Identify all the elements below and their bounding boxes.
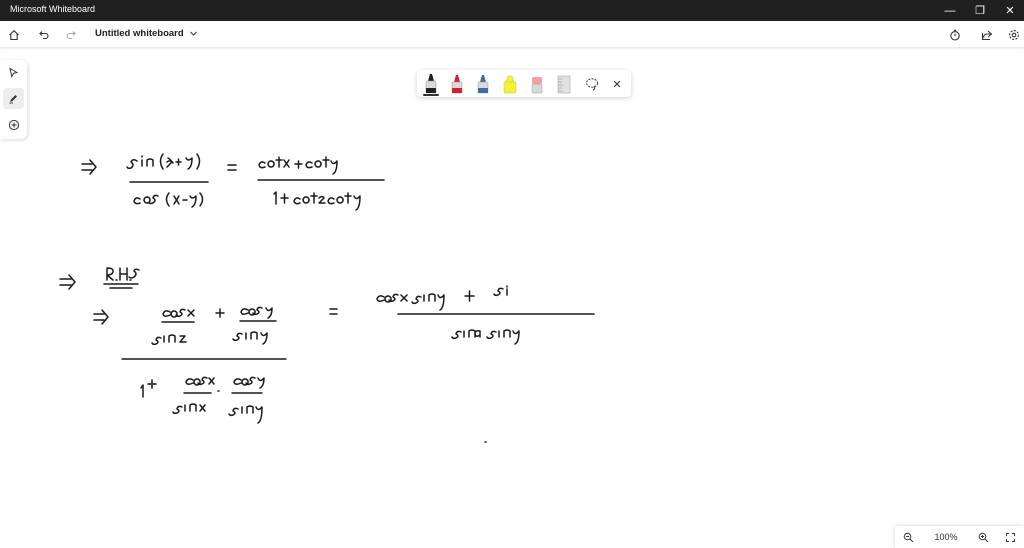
underline bbox=[103, 283, 139, 289]
minimize-button[interactable]: — bbox=[935, 0, 965, 21]
lasso-icon bbox=[586, 78, 598, 91]
home-icon bbox=[9, 30, 19, 41]
lasso-button[interactable] bbox=[582, 73, 602, 95]
title-bar: Microsoft Whiteboard — ❐ ✕ bbox=[0, 0, 1024, 21]
eraser-icon bbox=[531, 77, 543, 94]
ink-stroke bbox=[464, 290, 475, 302]
zoom-in-icon bbox=[978, 532, 989, 542]
ink-stroke bbox=[232, 331, 268, 345]
black-pen-icon bbox=[425, 74, 437, 94]
red-pen-button[interactable] bbox=[447, 73, 467, 95]
ink-stroke bbox=[81, 159, 97, 175]
redo-icon bbox=[66, 31, 76, 40]
close-ink-toolbar-button[interactable]: ✕ bbox=[607, 73, 627, 95]
ink-stroke bbox=[240, 306, 273, 319]
app-toolbar: Untitled whiteboard bbox=[0, 21, 1024, 48]
ink-stroke bbox=[329, 308, 338, 315]
yellow-highlighter-button[interactable] bbox=[500, 73, 520, 95]
close-button[interactable]: ✕ bbox=[995, 0, 1024, 21]
ink-stroke bbox=[215, 308, 225, 318]
zoom-out-icon bbox=[903, 532, 914, 542]
share-button[interactable] bbox=[977, 25, 997, 45]
highlighter-icon bbox=[503, 75, 517, 94]
ink-stroke bbox=[133, 192, 204, 208]
ink-stroke bbox=[273, 191, 361, 211]
ink-stroke bbox=[140, 379, 157, 398]
ink-stroke bbox=[151, 334, 187, 346]
red-pen-icon bbox=[451, 75, 463, 94]
whiteboard-canvas[interactable] bbox=[0, 48, 1024, 548]
ink-stroke bbox=[376, 293, 445, 311]
ink-stroke bbox=[162, 308, 195, 318]
ink-stroke bbox=[106, 267, 140, 281]
undo-button[interactable] bbox=[34, 25, 54, 45]
ink-stroke bbox=[185, 376, 215, 386]
ink-stroke bbox=[233, 376, 265, 389]
ink-stroke bbox=[172, 403, 206, 415]
blue-pen-icon bbox=[477, 75, 489, 94]
ink-toolbar: ✕ bbox=[417, 70, 631, 97]
restore-button[interactable]: ❐ bbox=[965, 0, 995, 21]
app-title: Microsoft Whiteboard bbox=[10, 4, 96, 14]
eraser-button[interactable] bbox=[527, 73, 547, 95]
board-name-button[interactable]: Untitled whiteboard bbox=[95, 28, 198, 39]
zoom-out-button[interactable] bbox=[895, 526, 922, 548]
chevron-down-icon bbox=[189, 31, 197, 36]
settings-icon bbox=[1009, 30, 1019, 40]
fit-to-screen-button[interactable] bbox=[997, 526, 1024, 548]
ink-stroke bbox=[126, 153, 201, 170]
timer-icon bbox=[950, 29, 960, 41]
undo-icon bbox=[39, 31, 49, 40]
home-button[interactable] bbox=[4, 25, 24, 45]
ink-stroke bbox=[93, 309, 109, 325]
ink-stroke bbox=[451, 329, 520, 345]
ink-stroke bbox=[493, 285, 508, 297]
zoom-control: 100% bbox=[895, 526, 1024, 548]
board-name: Untitled whiteboard bbox=[95, 28, 184, 39]
ink-stroke bbox=[258, 156, 338, 175]
ruler-icon bbox=[557, 75, 571, 94]
share-icon bbox=[981, 30, 993, 41]
blue-pen-button[interactable] bbox=[473, 73, 493, 95]
timer-button[interactable] bbox=[945, 25, 965, 45]
ink-stroke bbox=[227, 164, 237, 171]
settings-button[interactable] bbox=[1004, 25, 1024, 45]
ruler-button[interactable] bbox=[554, 73, 574, 95]
black-pen-button[interactable] bbox=[421, 73, 441, 96]
ink-stroke bbox=[228, 405, 263, 424]
zoom-in-button[interactable] bbox=[970, 526, 997, 548]
zoom-level[interactable]: 100% bbox=[922, 532, 970, 542]
redo-button[interactable] bbox=[61, 25, 81, 45]
ink-stroke bbox=[59, 274, 76, 290]
fit-screen-icon bbox=[1006, 532, 1015, 542]
